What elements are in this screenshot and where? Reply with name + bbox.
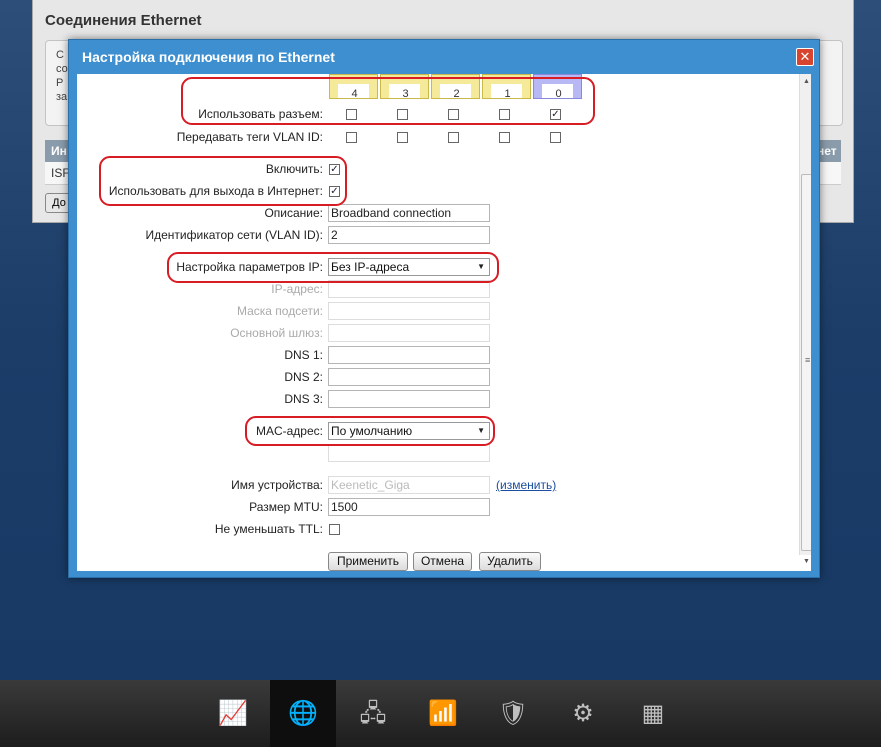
description-label: Описание: (264, 206, 323, 220)
scrollbar-thumb[interactable]: ≡ (801, 174, 811, 551)
scroll-down-icon[interactable]: ▼ (803, 558, 810, 565)
scrollbar[interactable]: ▲ ≡ ▼ (799, 74, 811, 565)
apps-grid-icon[interactable]: ▦ (620, 680, 686, 747)
dns2-label: DNS 2: (284, 370, 323, 384)
vlan-tags-label: Передавать теги VLAN ID: (176, 130, 323, 144)
dns1-input[interactable] (328, 346, 490, 364)
vlan-id-input[interactable]: 2 (328, 226, 490, 244)
vlan-tag-port-4-checkbox[interactable] (346, 132, 357, 143)
delete-button[interactable]: Удалить (479, 552, 541, 571)
background-title: Соединения Ethernet (45, 12, 202, 29)
background-text: за (56, 91, 68, 103)
cancel-button[interactable]: Отмена (413, 552, 472, 571)
background-text: со (56, 63, 68, 75)
device-name-label: Имя устройства: (231, 478, 323, 492)
dialog-title: Настройка подключения по Ethernet (82, 49, 335, 65)
device-name-input: Keenetic_Giga (328, 476, 490, 494)
subnet-mask-input (328, 302, 490, 320)
change-device-name-link[interactable]: (изменить) (496, 478, 556, 492)
ip-address-label: IP-адрес: (271, 282, 323, 296)
wifi-signal-icon[interactable]: 📶 (410, 680, 476, 747)
background-th: Ин (51, 144, 67, 158)
gateway-label: Основной шлюз: (230, 326, 323, 340)
home-network-icon[interactable]: 🖧 (340, 680, 406, 747)
mac-address-custom-input (328, 444, 490, 462)
monitor-icon[interactable]: 📈 (200, 680, 266, 747)
background-text: Р (56, 77, 64, 89)
vlan-tag-port-0-checkbox[interactable] (550, 132, 561, 143)
security-shield-icon[interactable]: 🛡 (480, 680, 546, 747)
mtu-label: Размер MTU: (249, 500, 323, 514)
close-icon[interactable]: ✕ (796, 48, 814, 66)
vlan-id-label: Идентификатор сети (VLAN ID): (145, 228, 324, 242)
internet-globe-icon[interactable]: 🌐 (270, 680, 336, 747)
dns3-input[interactable] (328, 390, 490, 408)
mtu-input[interactable]: 1500 (328, 498, 490, 516)
vlan-tag-port-3-checkbox[interactable] (397, 132, 408, 143)
dns2-input[interactable] (328, 368, 490, 386)
ttl-label: Не уменьшать TTL: (214, 522, 323, 536)
gateway-input (328, 324, 490, 342)
highlight-ports (181, 77, 595, 125)
dns1-label: DNS 1: (284, 348, 323, 362)
grip-icon: ≡ (805, 355, 811, 365)
dns3-label: DNS 3: (284, 392, 323, 406)
description-input[interactable]: Broadband connection (328, 204, 490, 222)
background-text: С (56, 49, 64, 61)
dialog-body: 4 3 2 1 0 Использовать разъем: ✓ Передав… (77, 74, 811, 571)
highlight-enable (99, 156, 347, 206)
vlan-tag-port-1-checkbox[interactable] (499, 132, 510, 143)
highlight-mac (245, 416, 495, 446)
scroll-up-icon[interactable]: ▲ (803, 78, 810, 85)
highlight-ip-settings (167, 252, 499, 283)
subnet-mask-label: Маска подсети: (236, 304, 323, 318)
background-td: ISF (51, 166, 70, 180)
vlan-tag-port-2-checkbox[interactable] (448, 132, 459, 143)
taskbar: 📈 🌐 🖧 📶 🛡 ⚙ ▦ (0, 680, 881, 747)
settings-gear-icon[interactable]: ⚙ (550, 680, 616, 747)
ethernet-settings-dialog: Настройка подключения по Ethernet ✕ 4 3 … (68, 39, 820, 578)
ttl-checkbox[interactable] (329, 524, 340, 535)
apply-button[interactable]: Применить (328, 552, 408, 571)
